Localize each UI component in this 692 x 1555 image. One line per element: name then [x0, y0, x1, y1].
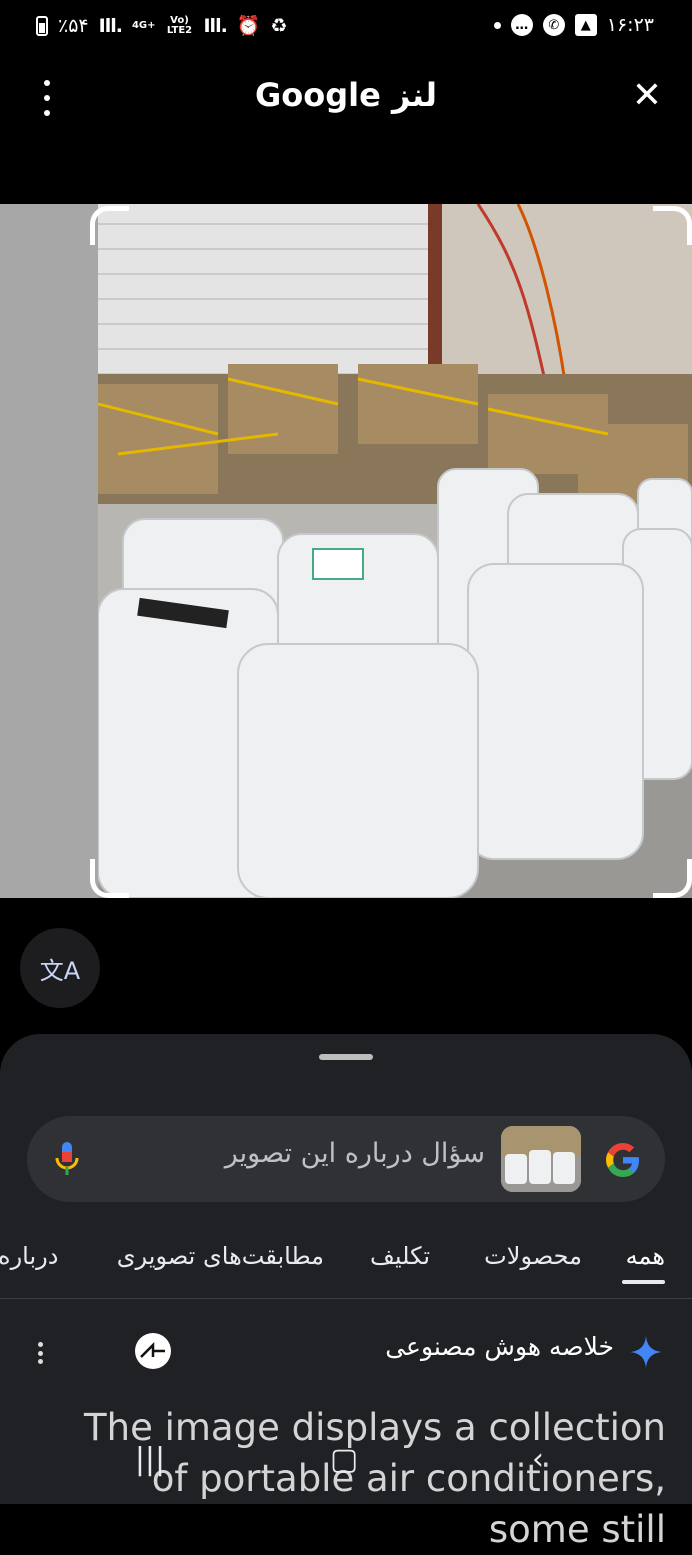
- gallery-icon: ▲: [574, 14, 597, 36]
- page-title: Google لنز: [255, 76, 437, 114]
- searched-photo[interactable]: [98, 204, 692, 898]
- crop-corner-top-right[interactable]: [653, 206, 692, 245]
- close-icon[interactable]: ✕: [632, 76, 662, 116]
- tab-about-label: درباره: [0, 1242, 59, 1270]
- tab-visual-matches[interactable]: مطابقت‌های تصویری: [117, 1242, 324, 1270]
- top-bar: Google لنز ✕: [0, 60, 692, 136]
- status-bar: ٪۵۴ Ill. 4G+ Vo) LTE2 Ill. ⏰ ♻ … ✆ ▲ ۱۶:…: [0, 0, 692, 56]
- crop-corner-bottom-left[interactable]: [90, 859, 129, 898]
- alarm-icon: ⏰: [236, 15, 261, 37]
- status-left: ٪۵۴ Ill. 4G+ Vo) LTE2 Ill. ⏰ ♻: [36, 14, 288, 37]
- chat-icon: …: [510, 14, 533, 36]
- search-bar[interactable]: سؤال درباره این تصویر: [27, 1116, 665, 1202]
- translate-button[interactable]: 文A: [20, 928, 100, 1008]
- notification-dot-icon: [493, 21, 501, 29]
- battery-level: ٪۵۴: [58, 14, 89, 37]
- system-nav-bar: ||| ▢ ‹: [0, 1418, 692, 1500]
- ai-overview-header: خلاصه هوش مصنوعی: [0, 1320, 692, 1384]
- recycle-icon: ♻: [270, 14, 288, 37]
- search-input[interactable]: سؤال درباره این تصویر: [225, 1138, 485, 1169]
- whatsapp-icon: ✆: [542, 14, 565, 36]
- tab-homework[interactable]: تکلیف: [370, 1242, 430, 1270]
- source-logo-icon[interactable]: [135, 1333, 171, 1369]
- ai-overview-title: خلاصه هوش مصنوعی: [385, 1332, 614, 1361]
- google-logo-icon[interactable]: [603, 1140, 643, 1180]
- volte-indicator: Vo) LTE2: [166, 14, 193, 36]
- home-icon[interactable]: ▢: [324, 1442, 364, 1482]
- photo-illustration: [98, 204, 692, 898]
- tab-about[interactable]: درباره: [0, 1242, 58, 1270]
- results-tabs: همه محصولات تکلیف مطابقت‌های تصویری دربا…: [0, 1224, 692, 1299]
- signal-2-icon: Ill.: [203, 14, 227, 37]
- clock: ۱۶:۲۳: [606, 14, 654, 36]
- drag-handle[interactable]: [319, 1054, 373, 1060]
- signal-icon: Ill.: [98, 14, 123, 37]
- network-type: 4G+: [131, 19, 156, 31]
- image-viewer[interactable]: [0, 204, 692, 898]
- battery-icon: [36, 15, 48, 36]
- sparkle-icon: [630, 1336, 662, 1368]
- translate-icon: 文A: [39, 956, 81, 985]
- back-icon[interactable]: ‹: [518, 1442, 558, 1482]
- active-tab-indicator: [622, 1280, 665, 1284]
- mic-icon[interactable]: [53, 1140, 81, 1180]
- tab-all[interactable]: همه: [626, 1242, 665, 1270]
- status-right: … ✆ ▲ ۱۶:۲۳: [493, 14, 654, 36]
- image-thumbnail[interactable]: [501, 1126, 581, 1192]
- crop-corner-top-left[interactable]: [90, 206, 129, 245]
- image-edge: [0, 204, 98, 898]
- recent-apps-icon[interactable]: |||: [130, 1442, 170, 1482]
- tab-products[interactable]: محصولات: [484, 1242, 582, 1270]
- crop-corner-bottom-right[interactable]: [653, 859, 692, 898]
- ai-overview-menu-icon[interactable]: [38, 1342, 46, 1364]
